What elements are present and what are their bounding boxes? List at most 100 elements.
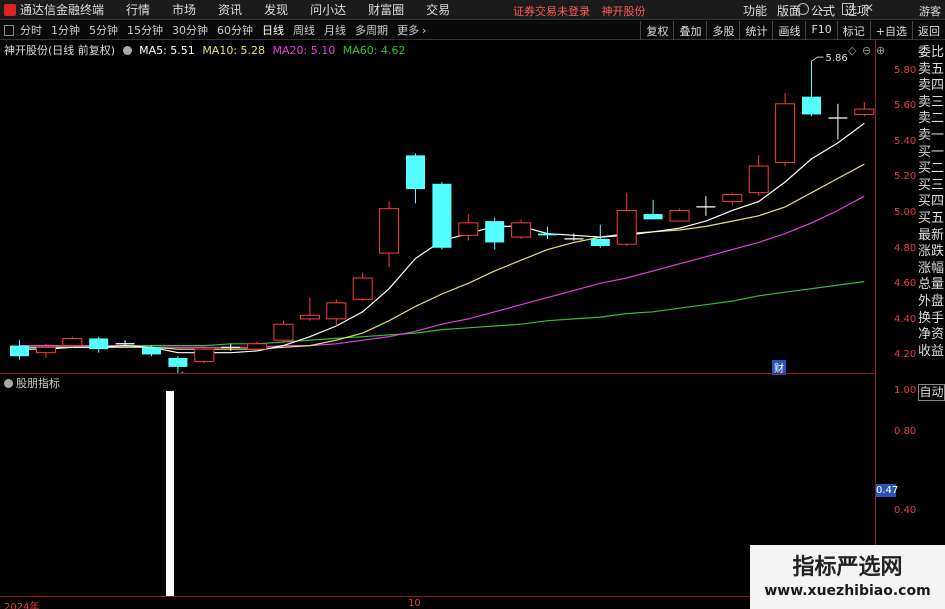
zoom-in-icon[interactable]: ⊕ xyxy=(876,44,885,57)
menu-item-discover[interactable]: 发现 xyxy=(264,1,288,18)
side-item-bid3[interactable]: 买三 xyxy=(918,178,945,195)
side-item-earnings[interactable]: 收益 xyxy=(918,344,945,361)
period-bar: 分时 1分钟 5分钟 15分钟 30分钟 60分钟 日线 周线 月线 多周期 更… xyxy=(0,21,945,40)
menu-item-quote[interactable]: 行情 xyxy=(126,1,150,18)
side-item-bid4[interactable]: 买四 xyxy=(918,194,945,211)
tool-adjust[interactable]: 复权 xyxy=(640,21,673,40)
price-tick-label: 5.60 xyxy=(894,100,917,112)
high-price-label: 5.86 xyxy=(826,54,848,64)
candle-body xyxy=(458,222,479,236)
current-stock-name: 神开股份 xyxy=(601,5,646,18)
login-status-text[interactable]: 证券交易未登录 xyxy=(513,5,590,18)
tool-stats[interactable]: 统计 xyxy=(739,21,772,40)
candle-body xyxy=(273,323,294,341)
side-item-latest[interactable]: 最新 xyxy=(918,228,945,245)
menu-function[interactable]: 功能 xyxy=(743,2,767,19)
menu-item-ask[interactable]: 问小达 xyxy=(310,1,346,18)
side-item-ask2[interactable]: 卖二 xyxy=(918,111,945,128)
tool-mark[interactable]: 标记 xyxy=(836,21,870,40)
menu-item-trade[interactable]: 交易 xyxy=(426,1,450,18)
ma60-line xyxy=(19,281,865,347)
sub-axis-3: 0.40 xyxy=(894,505,917,516)
date-axis xyxy=(0,596,876,609)
app-logo-icon xyxy=(4,3,16,16)
period-weekly[interactable]: 周线 xyxy=(293,22,315,38)
price-tick-label: 4.60 xyxy=(894,278,917,290)
price-tick-label: 4.80 xyxy=(894,242,917,254)
side-item-ask5[interactable]: 卖五 xyxy=(918,62,945,79)
candlestick-chart[interactable]: 5.864.09 xyxy=(0,54,876,374)
tool-add-favorite[interactable]: +自选 xyxy=(869,21,912,40)
side-item-change-pct[interactable]: 涨幅 xyxy=(918,261,945,278)
candle-body xyxy=(748,165,769,194)
candle-body xyxy=(854,108,875,115)
period-5min[interactable]: 5分钟 xyxy=(89,22,118,38)
side-item-turnover[interactable]: 换手 xyxy=(918,311,945,328)
candle-body xyxy=(194,348,215,363)
side-item-volume[interactable]: 总量 xyxy=(918,277,945,294)
period-intraday[interactable]: 分时 xyxy=(20,22,42,38)
price-tick-label: 4.40 xyxy=(894,313,917,325)
panel-toggle-icon[interactable] xyxy=(4,24,14,36)
tool-overlay[interactable]: 叠加 xyxy=(673,21,706,40)
side-item-ask4[interactable]: 卖四 xyxy=(918,78,945,95)
candle-body xyxy=(379,208,400,254)
side-item-bid-ratio[interactable]: 委比 xyxy=(918,45,945,62)
side-item-bid1[interactable]: 买一 xyxy=(918,145,945,162)
candle-body xyxy=(485,221,505,243)
side-item-outer[interactable]: 外盘 xyxy=(918,294,945,311)
menu-item-wealth[interactable]: 财富圈 xyxy=(368,1,404,18)
watermark-main: 指标严选网 xyxy=(792,555,903,580)
chevron-right-icon[interactable]: › xyxy=(422,24,426,37)
candle-body xyxy=(406,155,425,190)
candle-body xyxy=(352,277,373,300)
auto-button[interactable]: 自动 xyxy=(918,384,945,401)
indicator-chart[interactable] xyxy=(0,374,876,596)
candle-body xyxy=(142,347,161,355)
candle-body xyxy=(10,345,29,357)
price-tick-label: 5.80 xyxy=(894,64,917,76)
candle-body xyxy=(775,103,796,163)
period-60min[interactable]: 60分钟 xyxy=(217,22,253,38)
minimize-icon[interactable] xyxy=(819,3,831,11)
period-multi[interactable]: 多周期 xyxy=(355,22,388,38)
menu-item-news[interactable]: 资讯 xyxy=(218,1,242,18)
menu-item-market[interactable]: 市场 xyxy=(172,1,196,18)
candle-body xyxy=(89,338,109,350)
candle-body xyxy=(62,337,83,347)
candle-body xyxy=(802,96,821,115)
period-daily[interactable]: 日线 xyxy=(262,22,284,38)
sub-axis-1: 1.00 xyxy=(894,385,917,396)
high-marker-line xyxy=(811,56,824,62)
candle-body xyxy=(299,314,320,320)
indicator-bar xyxy=(166,391,174,596)
service-icon[interactable] xyxy=(797,3,809,15)
price-tick-label: 5.00 xyxy=(894,207,917,218)
date-label-mid: 10 xyxy=(408,598,421,609)
side-item-ask3[interactable]: 卖三 xyxy=(918,95,945,112)
tool-multi-stock[interactable]: 多股 xyxy=(706,21,739,40)
period-more[interactable]: 更多 xyxy=(397,22,419,38)
side-item-change[interactable]: 涨跌 xyxy=(918,244,945,261)
tool-f10[interactable]: F10 xyxy=(805,21,836,40)
tool-back[interactable]: 返回 xyxy=(912,21,945,40)
side-item-net-asset[interactable]: 净资 xyxy=(918,327,945,344)
candle-body xyxy=(643,214,663,220)
period-30min[interactable]: 30分钟 xyxy=(172,22,208,38)
close-icon[interactable]: ✕ xyxy=(864,2,876,15)
price-tick-label: 5.40 xyxy=(894,135,917,147)
login-status: 证券交易未登录 神开股份 xyxy=(513,3,654,19)
restore-icon[interactable] xyxy=(842,3,854,15)
side-item-ask1[interactable]: 卖一 xyxy=(918,128,945,145)
side-item-bid2[interactable]: 买二 xyxy=(918,161,945,178)
side-item-bid5[interactable]: 买五 xyxy=(918,211,945,228)
candle-body xyxy=(326,302,347,320)
tool-draw[interactable]: 画线 xyxy=(772,21,805,40)
candle-body xyxy=(168,358,188,367)
guest-label[interactable]: 游客 xyxy=(919,3,941,19)
period-1min[interactable]: 1分钟 xyxy=(51,22,80,38)
period-15min[interactable]: 15分钟 xyxy=(127,22,163,38)
period-monthly[interactable]: 月线 xyxy=(324,22,346,38)
candle-body xyxy=(616,209,637,245)
candle-body xyxy=(669,209,690,222)
